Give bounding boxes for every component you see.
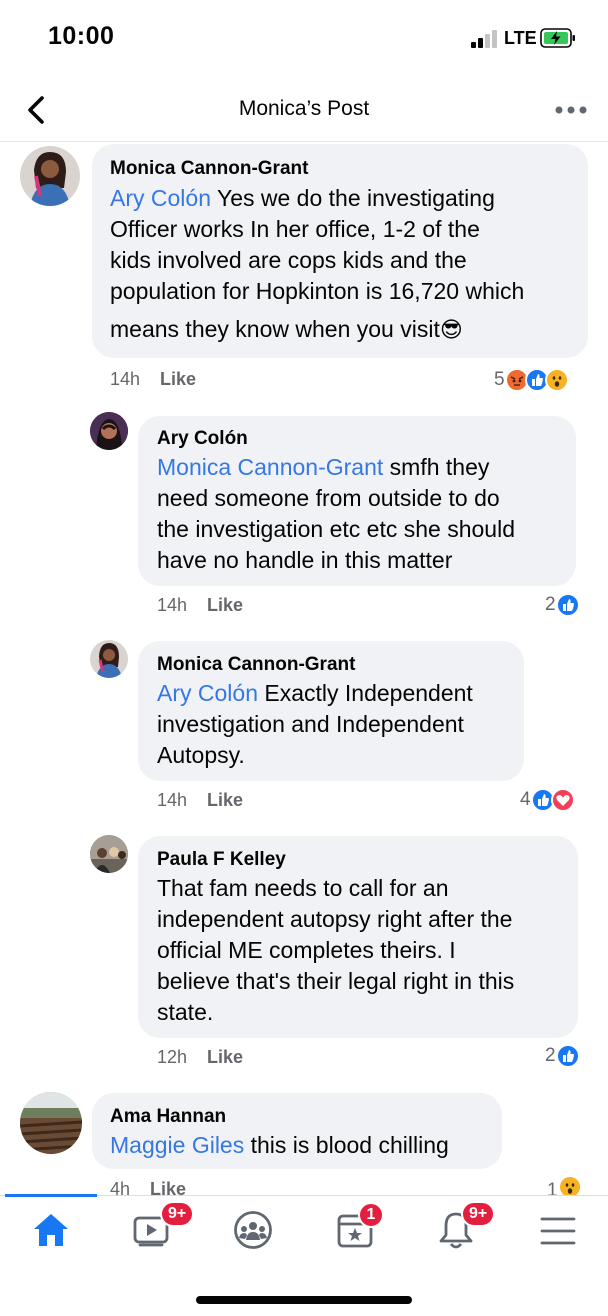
wow-reaction-icon — [557, 1175, 582, 1195]
notification-badge: 9+ — [160, 1201, 195, 1227]
tab-notifications[interactable]: 9+ — [405, 1196, 505, 1266]
like-button[interactable]: Like — [207, 790, 243, 810]
comment-author[interactable]: Paula F Kelley — [157, 849, 286, 871]
mention-link[interactable]: Ary Colón — [110, 185, 211, 211]
mention-link[interactable]: Maggie Giles — [110, 1132, 244, 1158]
reactions-summary[interactable]: 2 — [545, 592, 580, 618]
comment-author[interactable]: Ama Hannan — [110, 1106, 226, 1128]
comment-text: Maggie Giles this is blood chilling — [110, 1132, 449, 1158]
tab-groups[interactable] — [203, 1196, 303, 1266]
comment-time: 12h — [157, 1047, 188, 1067]
reactions-summary[interactable]: 4 — [520, 787, 575, 813]
comment-meta: 14h Like — [157, 790, 243, 811]
wow-reaction-icon — [544, 368, 569, 392]
comment-time: 14h — [157, 790, 188, 810]
comment-text: That fam needs to call for an independen… — [157, 875, 515, 1025]
reactions-summary[interactable]: 5 — [494, 367, 569, 393]
comment-text: Ary Colón Exactly Independent investigat… — [157, 680, 473, 768]
comment-meta: 14h Like — [157, 595, 243, 616]
like-button[interactable]: Like — [150, 1179, 186, 1195]
battery-icon — [540, 28, 575, 48]
reactions-summary[interactable]: 1 — [547, 1175, 582, 1195]
comment-time: 14h — [157, 595, 188, 615]
avatar[interactable] — [20, 1092, 82, 1154]
like-button[interactable]: Like — [207, 1047, 243, 1067]
reaction-count: 4 — [520, 789, 531, 810]
comment-author[interactable]: Monica Cannon-Grant — [157, 654, 355, 676]
reactions-summary[interactable]: 2 — [545, 1043, 580, 1069]
comment-text: Ary Colón Yes we do the investigating Of… — [110, 185, 525, 342]
tab-watch[interactable]: 9+ — [102, 1196, 202, 1266]
notification-badge: 1 — [358, 1202, 384, 1228]
like-button[interactable]: Like — [160, 369, 196, 389]
comment-time: 4h — [110, 1179, 131, 1195]
page-title: Monica’s Post — [238, 97, 370, 120]
home-indicator — [196, 1296, 412, 1304]
sunglasses-emoji: 😎 — [439, 317, 463, 342]
mention-link[interactable]: Ary Colón — [157, 680, 258, 706]
avatar[interactable] — [90, 412, 128, 450]
notification-badge: 9+ — [461, 1201, 496, 1227]
like-button[interactable]: Like — [207, 595, 243, 615]
tab-home[interactable] — [0, 1196, 100, 1266]
comment-meta: 14h Like — [110, 369, 196, 390]
comment-text: Monica Cannon-Grant smfh they need someo… — [157, 454, 516, 573]
reaction-count: 5 — [494, 369, 505, 390]
signal-icon — [471, 30, 497, 48]
reaction-count: 2 — [545, 1045, 556, 1066]
comment-meta: 12h Like — [157, 1047, 243, 1068]
status-bar: 10:00 LTE — [0, 0, 608, 78]
avatar[interactable] — [90, 835, 128, 873]
home-icon — [34, 1214, 68, 1246]
mention-link[interactable]: Monica Cannon-Grant — [157, 454, 383, 480]
menu-icon — [540, 1217, 576, 1245]
reaction-count: 2 — [545, 594, 556, 615]
love-reaction-icon — [550, 788, 575, 812]
reaction-count: 1 — [547, 1180, 558, 1195]
avatar[interactable] — [90, 640, 128, 678]
like-reaction-icon — [555, 1044, 580, 1068]
groups-icon — [234, 1211, 272, 1249]
comment-meta: 4h Like — [110, 1179, 186, 1195]
tab-menu[interactable] — [506, 1196, 606, 1266]
avatar[interactable] — [20, 146, 80, 206]
like-reaction-icon — [555, 593, 580, 617]
comment-author[interactable]: Ary Colón — [157, 428, 248, 450]
status-time: 10:00 — [48, 22, 115, 50]
comment-author[interactable]: Monica Cannon-Grant — [110, 158, 308, 180]
comment-time: 14h — [110, 369, 141, 389]
more-options-icon[interactable] — [554, 102, 588, 118]
network-label: LTE — [504, 28, 537, 48]
tab-pages[interactable]: 1 — [304, 1196, 404, 1266]
post-header: Monica’s Post — [0, 78, 608, 142]
